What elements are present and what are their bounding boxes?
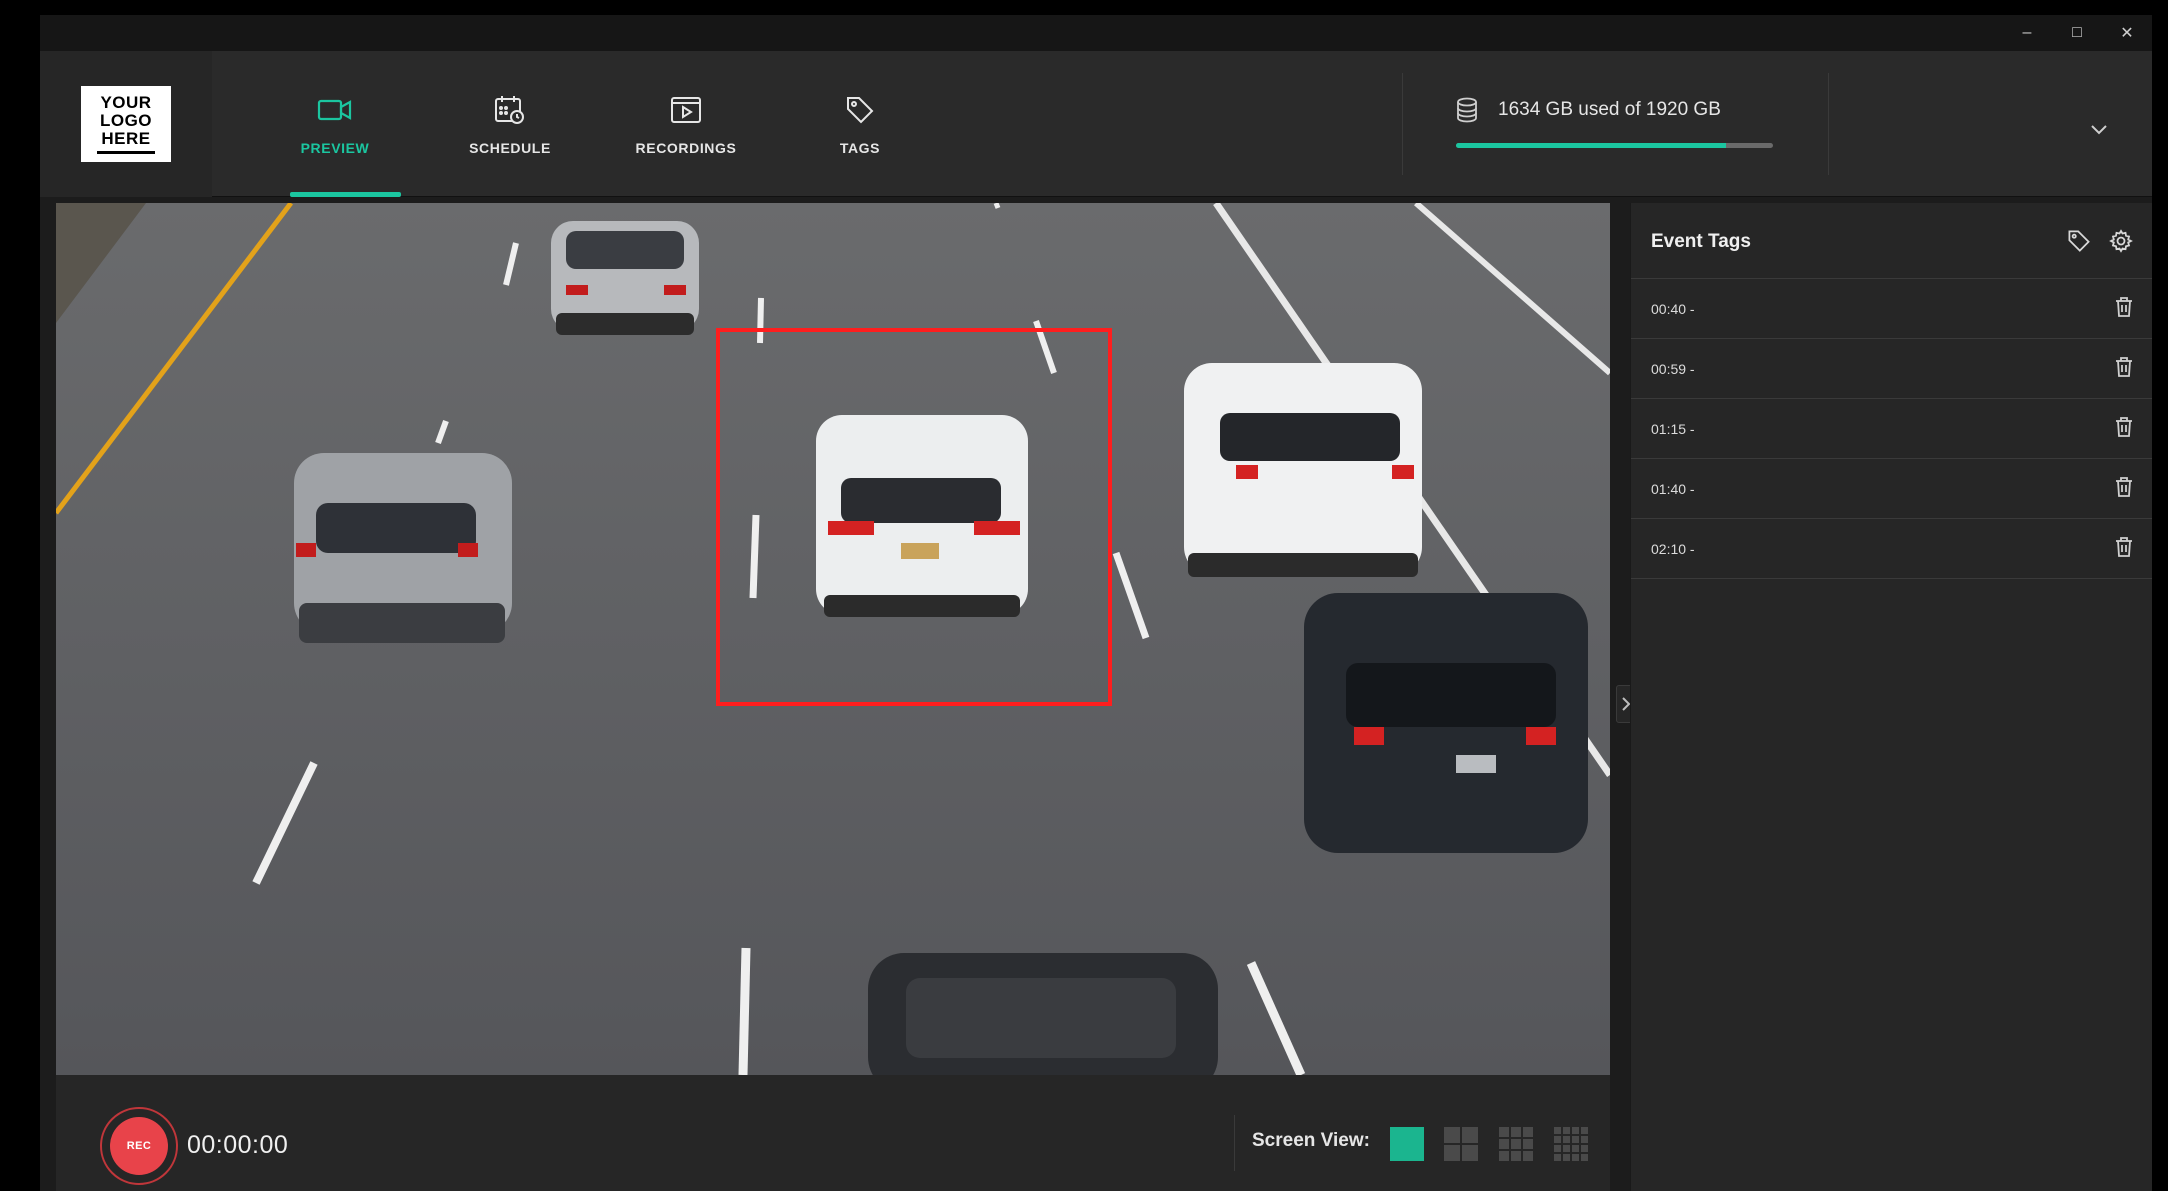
- trash-icon[interactable]: [2115, 537, 2133, 562]
- event-tag-time: 00:59 -: [1651, 361, 1695, 377]
- grid-3x3-icon: [1499, 1127, 1533, 1161]
- calendar-clock-icon: [492, 92, 528, 128]
- screen-view-2x2-button[interactable]: [1444, 1127, 1478, 1161]
- storage-text: 1634 GB used of 1920 GB: [1498, 99, 1721, 120]
- storage-progress-bar: [1456, 143, 1773, 148]
- controls-divider: [1234, 1115, 1235, 1171]
- grid-4x4-icon: [1554, 1127, 1588, 1161]
- camera-feed: [56, 203, 1610, 1075]
- playback-controls: REC 00:00:00 Screen View:: [56, 1075, 1610, 1191]
- app-window: – □ ✕ YOUR LOGO HERE PREVIEW SCHEDULE RE…: [40, 15, 2152, 1191]
- panel-header: Event Tags: [1631, 203, 2152, 279]
- storage-progress-fill: [1456, 143, 1726, 148]
- record-button[interactable]: REC: [100, 1107, 178, 1185]
- vehicle: [868, 953, 1218, 1075]
- event-tag-row[interactable]: 00:59 -: [1631, 339, 2152, 399]
- grid-2x2-icon: [1444, 1127, 1478, 1161]
- event-tags-panel: Event Tags 00:40 - 00:59 - 01:15 - 01:40…: [1630, 203, 2152, 1191]
- trash-icon[interactable]: [2115, 417, 2133, 442]
- screen-view-label: Screen View:: [1252, 1130, 1370, 1151]
- vehicle: [1184, 363, 1422, 577]
- record-button-label: REC: [110, 1117, 168, 1175]
- tab-tags[interactable]: TAGS: [775, 51, 945, 197]
- logo-line-1: YOUR: [100, 93, 152, 112]
- close-button[interactable]: ✕: [2112, 21, 2142, 45]
- logo-underline: [97, 151, 155, 154]
- maximize-button[interactable]: □: [2062, 21, 2092, 45]
- nav-divider: [1828, 73, 1829, 175]
- event-tag-row[interactable]: 00:40 -: [1631, 279, 2152, 339]
- logo-line-3: HERE: [101, 129, 151, 148]
- vehicle: [294, 453, 512, 643]
- storage-usage: 1634 GB used of 1920 GB: [1456, 93, 1786, 153]
- logo: YOUR LOGO HERE: [81, 86, 171, 162]
- event-tag-row[interactable]: 01:15 -: [1631, 399, 2152, 459]
- screen-view-3x3-button[interactable]: [1499, 1127, 1533, 1161]
- database-icon: [1456, 97, 1478, 128]
- tab-schedule[interactable]: SCHEDULE: [425, 51, 595, 197]
- chevron-down-icon[interactable]: [2090, 123, 2108, 141]
- vehicle: [551, 221, 699, 335]
- tab-schedule-label: SCHEDULE: [469, 140, 551, 156]
- trash-icon[interactable]: [2115, 477, 2133, 502]
- video-preview[interactable]: [56, 203, 1610, 1075]
- video-camera-icon: [317, 92, 353, 128]
- tab-tags-label: TAGS: [839, 140, 881, 156]
- gear-icon[interactable]: [2109, 229, 2133, 258]
- screen-view-1x1-button[interactable]: [1390, 1127, 1424, 1161]
- tab-preview-label: PREVIEW: [300, 140, 370, 156]
- event-tag-row[interactable]: 02:10 -: [1631, 519, 2152, 579]
- vehicle: [816, 415, 1028, 617]
- event-tag-time: 00:40 -: [1651, 301, 1695, 317]
- screen-view-4x4-button[interactable]: [1554, 1127, 1588, 1161]
- active-tab-indicator: [290, 192, 401, 197]
- vehicle: [1304, 593, 1588, 853]
- play-window-icon: [668, 92, 704, 128]
- event-tag-time: 02:10 -: [1651, 541, 1695, 557]
- trash-icon[interactable]: [2115, 357, 2133, 382]
- add-tag-icon[interactable]: [2067, 229, 2091, 258]
- trash-icon[interactable]: [2115, 297, 2133, 322]
- event-tag-time: 01:40 -: [1651, 481, 1695, 497]
- tag-icon: [842, 92, 878, 128]
- logo-line-2: LOGO: [99, 111, 153, 130]
- tab-preview[interactable]: PREVIEW: [250, 51, 420, 197]
- top-navigation: YOUR LOGO HERE PREVIEW SCHEDULE RECORDIN…: [40, 51, 2152, 197]
- event-tag-time: 01:15 -: [1651, 421, 1695, 437]
- tab-recordings[interactable]: RECORDINGS: [601, 51, 771, 197]
- minimize-button[interactable]: –: [2012, 21, 2042, 45]
- title-bar: – □ ✕: [40, 15, 2152, 51]
- nav-divider: [1402, 73, 1403, 175]
- logo-area: YOUR LOGO HERE: [40, 51, 212, 197]
- panel-title: Event Tags: [1651, 231, 1751, 252]
- event-tag-row[interactable]: 01:40 -: [1631, 459, 2152, 519]
- tab-recordings-label: RECORDINGS: [635, 140, 737, 156]
- recording-timer: 00:00:00: [187, 1131, 289, 1159]
